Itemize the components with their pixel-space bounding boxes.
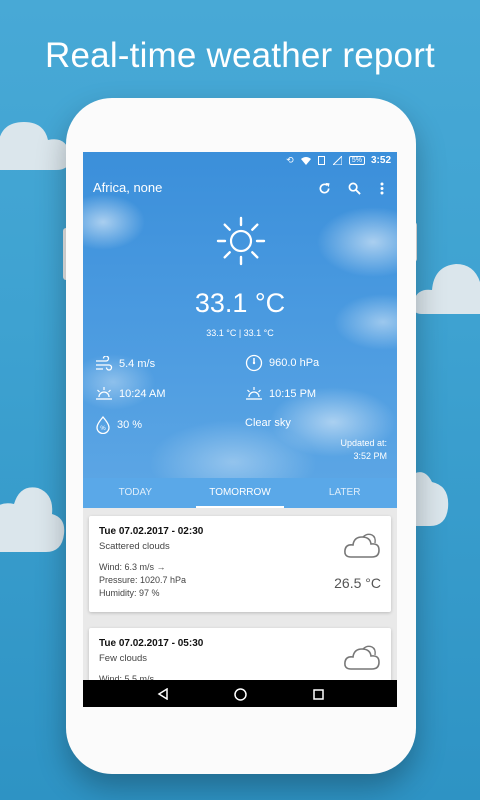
sync-icon: ⟲ [286,154,294,165]
description-detail: Clear sky [245,417,291,429]
wind-detail: 5.4 m/s [95,356,155,372]
sunset-detail: 10:15 PM [245,386,316,402]
phone-screen: ⟲ 5% 3:52 Africa, none 33.1 °C 33.1 °C |… [83,152,397,707]
home-button[interactable] [232,686,248,702]
battery-icon: 5% [348,155,365,165]
forecast-description: Scattered clouds [99,541,170,552]
app-bar: Africa, none [83,172,397,202]
pressure-detail: 960.0 hPa [245,354,319,372]
sim-icon [317,155,327,165]
forecast-card[interactable]: Tue 07.02.2017 - 02:30 Scattered clouds … [89,516,391,612]
humidity-detail: % 30 % [95,416,142,434]
search-button[interactable] [345,179,363,197]
background-cloud-icon [413,264,480,314]
current-temperature: 33.1 °C [194,288,286,318]
recents-button[interactable] [310,686,326,702]
updated-label: Updated at: [340,438,387,448]
headline: Real-time weather report [45,36,435,75]
updated-time: 3:52 PM [353,451,387,461]
humidity-icon: % [96,416,110,434]
min-max-temperature: 33.1 °C | 33.1 °C [206,328,274,338]
refresh-button[interactable] [315,179,333,197]
forecast-pressure: Pressure: 1020.7 hPa [99,575,187,585]
more-vert-icon [380,182,384,194]
weather-description: Clear sky [245,417,291,429]
tab-today[interactable]: TODAY [83,478,188,508]
forecast-description: Few clouds [99,653,148,664]
cloud-icon [344,645,380,670]
tab-tomorrow[interactable]: TOMORROW [188,478,293,508]
forecast-humidity: Humidity: 97 % [99,588,160,598]
forecast-tabs: TODAY TOMORROW LATER [83,478,397,508]
forecast-wind: Wind: 6.3 m/s → [99,562,166,572]
updated-at: Updated at: 3:52 PM [340,437,387,463]
back-button[interactable] [155,686,171,702]
wifi-icon [300,155,311,165]
sunset-value: 10:15 PM [269,388,317,400]
wind-icon [96,356,113,371]
humidity-value: 30 % [117,419,143,431]
sunset-icon [246,387,262,400]
pressure-value: 960.0 hPa [269,357,320,369]
refresh-icon [319,182,330,194]
location-title: Africa, none [93,180,163,195]
navigation-bar [83,680,397,707]
overflow-menu-button[interactable] [373,179,391,197]
sun-icon [216,216,266,266]
back-triangle-icon [157,688,168,700]
status-bar: ⟲ 5% 3:52 [83,152,397,168]
signal-icon [333,155,343,165]
forecast-temperature: 26.5 °C [334,575,381,591]
sunrise-detail: 10:24 AM [95,386,165,402]
weather-hero: ⟲ 5% 3:52 Africa, none 33.1 °C 33.1 °C |… [83,152,397,478]
svg-text:%: % [100,426,106,432]
forecast-date: Tue 07.02.2017 - 02:30 [99,526,204,537]
forecast-date: Tue 07.02.2017 - 05:30 [99,638,204,649]
tab-later[interactable]: LATER [292,478,397,508]
wind-value: 5.4 m/s [119,358,156,370]
cloud-icon [344,533,380,558]
sunrise-value: 10:24 AM [119,388,166,400]
home-circle-icon [233,687,247,701]
background-cloud-icon [0,487,65,552]
barometer-icon [245,354,263,372]
search-icon [348,182,361,195]
background-cloud-icon [410,472,449,526]
recents-square-icon [312,688,324,700]
status-time: 3:52 [370,154,391,166]
sunrise-icon [96,387,112,400]
